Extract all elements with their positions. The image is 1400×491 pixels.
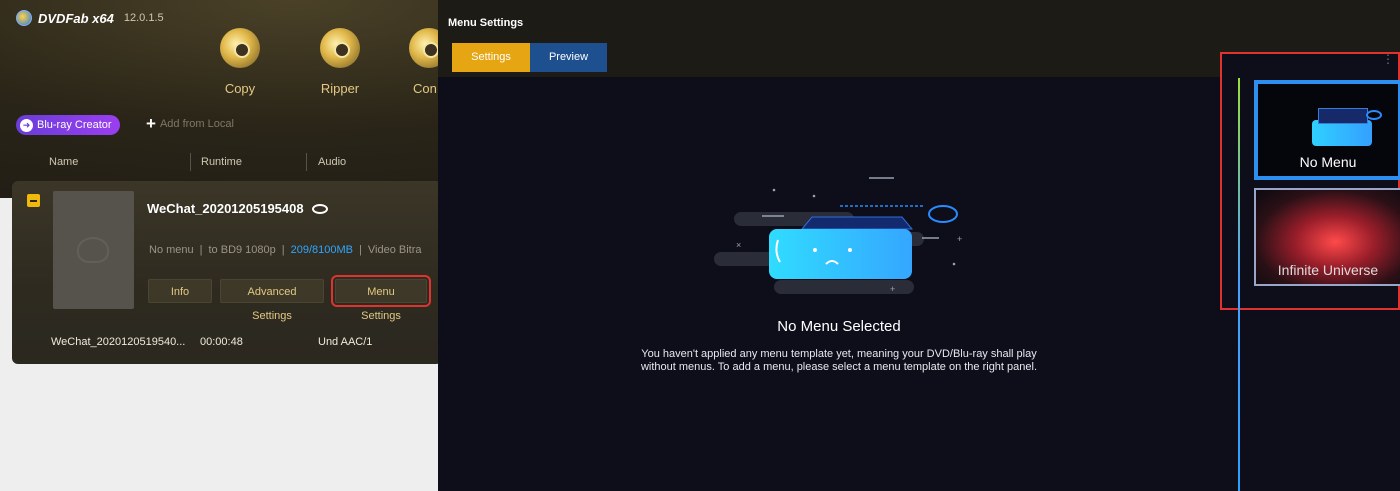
blu-ray-icon (311, 203, 328, 214)
svg-text:+: + (890, 284, 895, 294)
plus-icon: + (146, 114, 156, 133)
dialog-title: Menu Settings (448, 17, 524, 29)
mini-box-icon (1312, 108, 1372, 146)
svg-text:+: + (957, 234, 962, 244)
tab-settings[interactable]: Settings (452, 43, 530, 72)
column-header-audio[interactable]: Audio (318, 156, 346, 168)
placeholder-image-icon (77, 237, 109, 263)
empty-desc-line: You haven't applied any menu template ye… (641, 348, 1037, 360)
title-thumbnail (53, 191, 134, 309)
column-divider (190, 153, 191, 171)
panel-divider (1238, 78, 1240, 491)
svg-text:×: × (736, 240, 741, 250)
module-converter[interactable]: Con (385, 28, 449, 96)
app-name: DVDFab x64 (38, 10, 114, 26)
module-copy[interactable]: Copy (200, 28, 280, 96)
menu-settings-dialog: Menu Settings Settings Preview × + + No … (438, 0, 1400, 491)
title-meta: No menu | to BD9 1080p | 209/8100MB | Video Bi… (149, 244, 422, 256)
template-label: Infinite Universe (1277, 262, 1379, 278)
empty-box-illustration: × + + (714, 177, 962, 294)
module-ripper[interactable]: Ripper (300, 28, 380, 96)
empty-state-title: No Menu Selected (777, 318, 901, 335)
add-local-label: Add from Local (159, 118, 234, 130)
module-label: Copy (224, 81, 256, 96)
empty-desc-line: without menus. To add a menu, please sel… (640, 361, 1038, 373)
mini-planet-icon (1366, 110, 1382, 120)
template-no-menu[interactable]: No Menu (1254, 80, 1400, 180)
advanced-settings-button[interactable]: Advanced Settings (220, 279, 324, 322)
dvdfab-logo-icon (16, 10, 32, 26)
meta-bitrate: Video Bitra (367, 244, 422, 256)
info-button[interactable]: Info (148, 279, 212, 303)
file-title-text: WeChat_20201205195408 (147, 201, 304, 216)
more-options-icon[interactable]: ⋮ (1382, 52, 1394, 66)
meta-target[interactable]: to BD9 1080p (209, 244, 276, 256)
title-checkbox[interactable] (27, 194, 40, 207)
add-from-local-button[interactable]: + Add from Local (146, 114, 234, 133)
row-name: WeChat_2020120519540... (51, 336, 186, 348)
menu-settings-button[interactable]: Menu Settings (331, 275, 431, 322)
column-divider (306, 153, 307, 171)
creator-label: Blu-ray Creator (37, 119, 112, 131)
row-runtime: 00:00:48 (200, 336, 243, 348)
title-card: WeChat_20201205195408 No menu | to BD9 108… (12, 181, 442, 364)
ripper-disc-icon (320, 28, 360, 68)
template-label: No Menu (1299, 154, 1357, 170)
app-logo: DVDFab x64 12.0.1.5 (16, 10, 164, 26)
file-title: WeChat_20201205195408 (147, 201, 328, 216)
tab-preview[interactable]: Preview (530, 43, 607, 72)
meta-menu: No menu (149, 244, 194, 256)
app-version: 12.0.1.5 (123, 12, 164, 24)
creator-arrow-icon: ➜ (20, 118, 33, 132)
template-infinite-universe[interactable]: Infinite Universe (1254, 188, 1400, 286)
blu-ray-creator-selector[interactable]: ➜ Blu-ray Creator (16, 115, 120, 135)
column-header-name[interactable]: Name (49, 156, 78, 168)
meta-size: 209/8100MB (290, 244, 354, 256)
module-label: Ripper (320, 81, 360, 96)
column-header-runtime[interactable]: Runtime (201, 156, 242, 168)
row-audio: Und AAC/1 (318, 336, 373, 348)
copy-disc-icon (220, 28, 260, 68)
empty-state-description: You haven't applied any menu template ye… (438, 348, 1240, 374)
